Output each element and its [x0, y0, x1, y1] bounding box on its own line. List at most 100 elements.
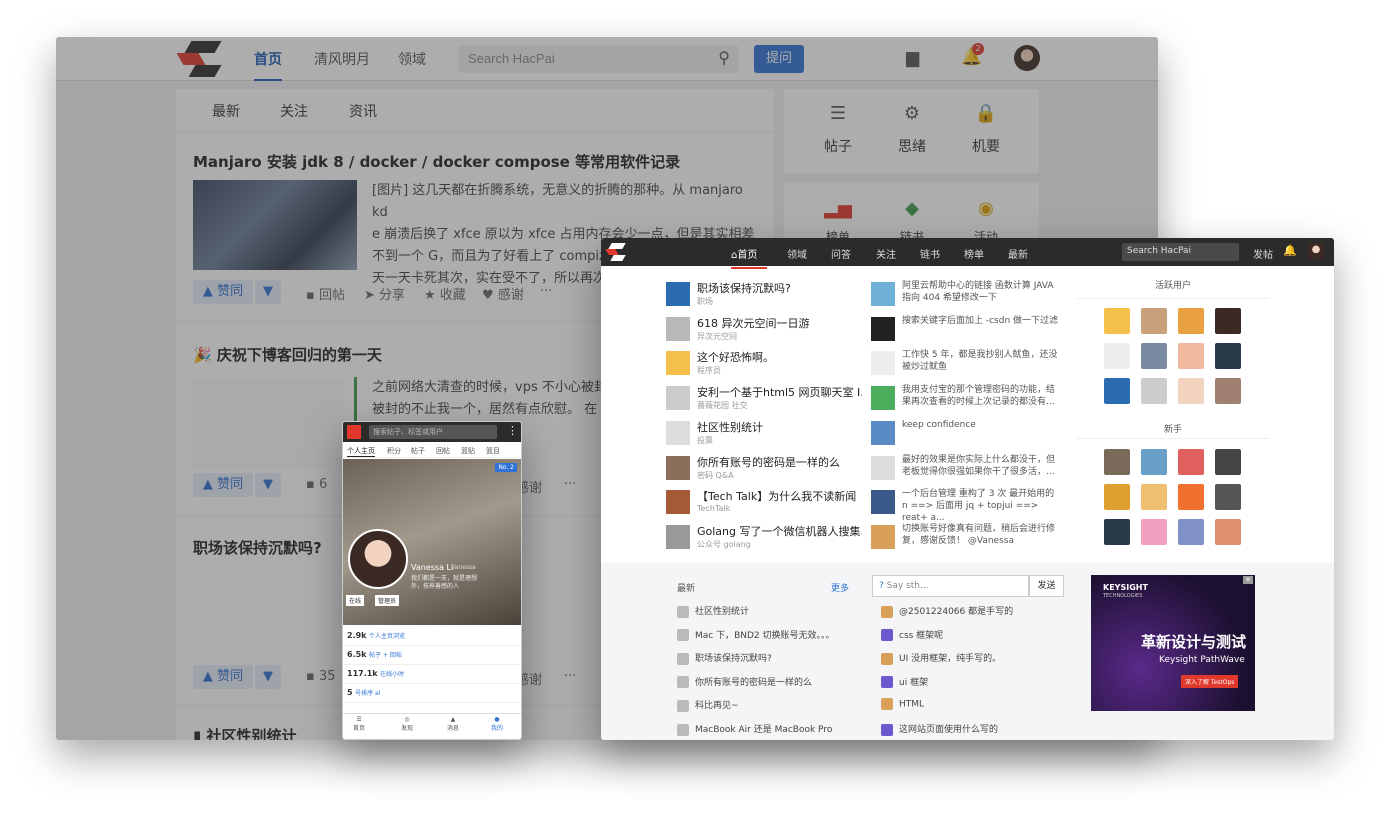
article-title[interactable]: Manjaro 安装 jdk 8 / docker / docker compo…: [193, 151, 680, 172]
author-avatar[interactable]: [666, 351, 690, 376]
active-user-avatar[interactable]: [1141, 378, 1167, 404]
comment-item[interactable]: 切换账号好像真有问题，稍后会进行修复，感谢反馈！ @Vanessa: [871, 522, 1066, 552]
stat-row[interactable]: 2.9k 个人主页浏览: [343, 627, 521, 646]
front-search-input[interactable]: Search HacPai: [1122, 243, 1239, 261]
article-thumbnail[interactable]: [193, 180, 357, 270]
bottom-me[interactable]: ● 我的: [491, 716, 503, 732]
comment-text[interactable]: 最好的效果是你实际上什么都没干，但老板觉得你很强如果你干了很多活，...: [902, 454, 1062, 478]
hacpai-logo[interactable]: [605, 243, 626, 261]
comment-text[interactable]: 阿里云帮助中心的链接 函数计算 JAVA 指向 404 希望修改一下: [902, 280, 1062, 304]
active-user-avatar[interactable]: [1215, 308, 1241, 334]
author-avatar[interactable]: [666, 524, 690, 549]
downvote-button[interactable]: ▼: [255, 665, 281, 689]
more-link[interactable]: 更多: [831, 581, 849, 594]
user-avatar[interactable]: [1014, 45, 1040, 71]
tab-follow[interactable]: 关注: [280, 101, 308, 121]
author-avatar[interactable]: [871, 490, 895, 515]
chat-icon[interactable]: ▆: [906, 48, 919, 68]
ad-banner[interactable]: KEYSIGHT TECHNOLOGIES ✕ 革新设计与测试 Keysight…: [1091, 575, 1255, 711]
active-user-avatar[interactable]: [1178, 308, 1204, 334]
hot-post-item[interactable]: 【Tech Talk】为什么我不读新闻 TechTalk: [666, 487, 866, 517]
say-input[interactable]: ? Say sth...: [872, 575, 1029, 597]
new-user-avatar[interactable]: [1178, 519, 1204, 545]
new-user-avatar[interactable]: [1178, 484, 1204, 510]
comment-text[interactable]: 一个后台管理 重构了 3 次 最开始用的 n ==> 后面用 jq + topj…: [902, 488, 1062, 524]
latest-item[interactable]: 社区性别统计: [677, 604, 749, 618]
new-user-avatar[interactable]: [1104, 484, 1130, 510]
article-title[interactable]: ▮ 社区性别统计: [193, 725, 297, 740]
mobile-tab[interactable]: 帖子: [411, 446, 425, 456]
nav-qingfeng[interactable]: 清风明月: [314, 49, 370, 69]
new-user-avatar[interactable]: [1141, 484, 1167, 510]
latest-item[interactable]: MacBook Air 还是 MacBook Pro: [677, 722, 832, 736]
nav-rank[interactable]: 榜单: [964, 246, 984, 261]
chat-item[interactable]: HTML: [881, 698, 924, 711]
comment-item[interactable]: 搜索关键字后面加上 -csdn 做一下过滤: [871, 314, 1066, 344]
new-user-avatar[interactable]: [1178, 449, 1204, 475]
hot-post-item[interactable]: 这个好恐怖啊。 程序员: [666, 348, 866, 378]
comment-text[interactable]: 我用支付宝的那个管理密码的功能，结果再次查看的时候上次记录的都没有...: [902, 384, 1062, 408]
nav-follow[interactable]: 关注: [876, 246, 896, 261]
nav-domain[interactable]: 领域: [787, 246, 807, 261]
nav-domain[interactable]: 领域: [398, 49, 426, 69]
bell-icon[interactable]: 🔔: [1283, 244, 1297, 257]
stat-row[interactable]: 6.5k 帖子 + 回帖: [343, 646, 521, 665]
new-user-avatar[interactable]: [1215, 519, 1241, 545]
new-user-avatar[interactable]: [1141, 519, 1167, 545]
thank-action[interactable]: ♥ 感谢: [482, 284, 524, 303]
comment-item[interactable]: 阿里云帮助中心的链接 函数计算 JAVA 指向 404 希望修改一下: [871, 279, 1066, 309]
post-title[interactable]: 【Tech Talk】为什么我不读新闻: [697, 488, 862, 504]
author-avatar[interactable]: [871, 351, 895, 376]
comment-item[interactable]: 最好的效果是你实际上什么都没干，但老板觉得你很强如果你干了很多活，...: [871, 453, 1066, 483]
chat-item[interactable]: 这网站页面使用什么写的: [881, 722, 998, 736]
new-user-avatar[interactable]: [1215, 449, 1241, 475]
new-user-avatar[interactable]: [1141, 449, 1167, 475]
new-user-avatar[interactable]: [1104, 449, 1130, 475]
active-user-avatar[interactable]: [1104, 378, 1130, 404]
author-avatar[interactable]: [666, 282, 690, 306]
comment-text[interactable]: 切换账号好像真有问题，稍后会进行修复，感谢反馈！ @Vanessa: [902, 523, 1062, 547]
mobile-tab[interactable]: 个人主页: [347, 446, 375, 457]
comment-item[interactable]: 工作快 5 年，都是我抄别人鱿鱼，还没被炒过鱿鱼: [871, 348, 1066, 378]
active-user-avatar[interactable]: [1215, 343, 1241, 369]
bottom-home[interactable]: ☰ 首页: [353, 716, 365, 732]
tab-latest[interactable]: 最新: [212, 101, 240, 121]
active-user-avatar[interactable]: [1178, 343, 1204, 369]
hot-post-item[interactable]: 618 异次元空间一日游 异次元空间: [666, 314, 866, 344]
latest-item[interactable]: 职场该保持沉默吗?: [677, 651, 772, 665]
nav-home[interactable]: ⌂首页: [731, 246, 767, 269]
author-avatar[interactable]: [871, 524, 895, 549]
side-secret[interactable]: 机要: [962, 136, 1010, 156]
post-title[interactable]: 社区性别统计: [697, 419, 862, 435]
comment-item[interactable]: 一个后台管理 重构了 3 次 最开始用的 n ==> 后面用 jq + topj…: [871, 487, 1066, 523]
stat-row[interactable]: 117.1k 在线小时: [343, 665, 521, 684]
chat-item[interactable]: css 框架呢: [881, 628, 943, 642]
author-avatar[interactable]: [871, 386, 895, 411]
upvote-button[interactable]: ▲ 赞同: [193, 665, 253, 689]
send-button[interactable]: 发送: [1029, 575, 1064, 597]
comment-text[interactable]: keep confidence: [902, 419, 1062, 431]
online-button[interactable]: 在线: [346, 595, 365, 606]
post-title[interactable]: 618 异次元空间一日游: [697, 315, 862, 331]
more-action[interactable]: ···: [540, 284, 552, 299]
mobile-tab[interactable]: 篮贴: [461, 446, 475, 456]
post-title[interactable]: Golang 写了一个微信机器人搜集...: [697, 523, 862, 539]
nav-latest[interactable]: 最新: [1008, 246, 1028, 261]
reply-action[interactable]: ▪ 回帖: [306, 284, 345, 303]
author-avatar[interactable]: [871, 316, 895, 341]
mobile-tab[interactable]: 回帖: [436, 446, 450, 456]
nav-book[interactable]: 链书: [920, 246, 940, 261]
reply-count[interactable]: ▪ 35: [306, 669, 336, 684]
active-user-avatar[interactable]: [1141, 343, 1167, 369]
active-user-avatar[interactable]: [1141, 308, 1167, 334]
active-user-avatar[interactable]: [1104, 308, 1130, 334]
downvote-button[interactable]: ▼: [255, 280, 281, 304]
hot-post-item[interactable]: 职场该保持沉默吗? 职场: [666, 279, 866, 309]
mobile-tab[interactable]: 积分: [387, 446, 401, 456]
post-title[interactable]: 这个好恐怖啊。: [697, 349, 862, 365]
author-avatar[interactable]: [666, 420, 690, 445]
hacpai-logo[interactable]: [176, 41, 222, 77]
new-user-avatar[interactable]: [1104, 519, 1130, 545]
active-user-avatar[interactable]: [1104, 343, 1130, 369]
bottom-messages[interactable]: ▲ 消息: [447, 716, 459, 732]
